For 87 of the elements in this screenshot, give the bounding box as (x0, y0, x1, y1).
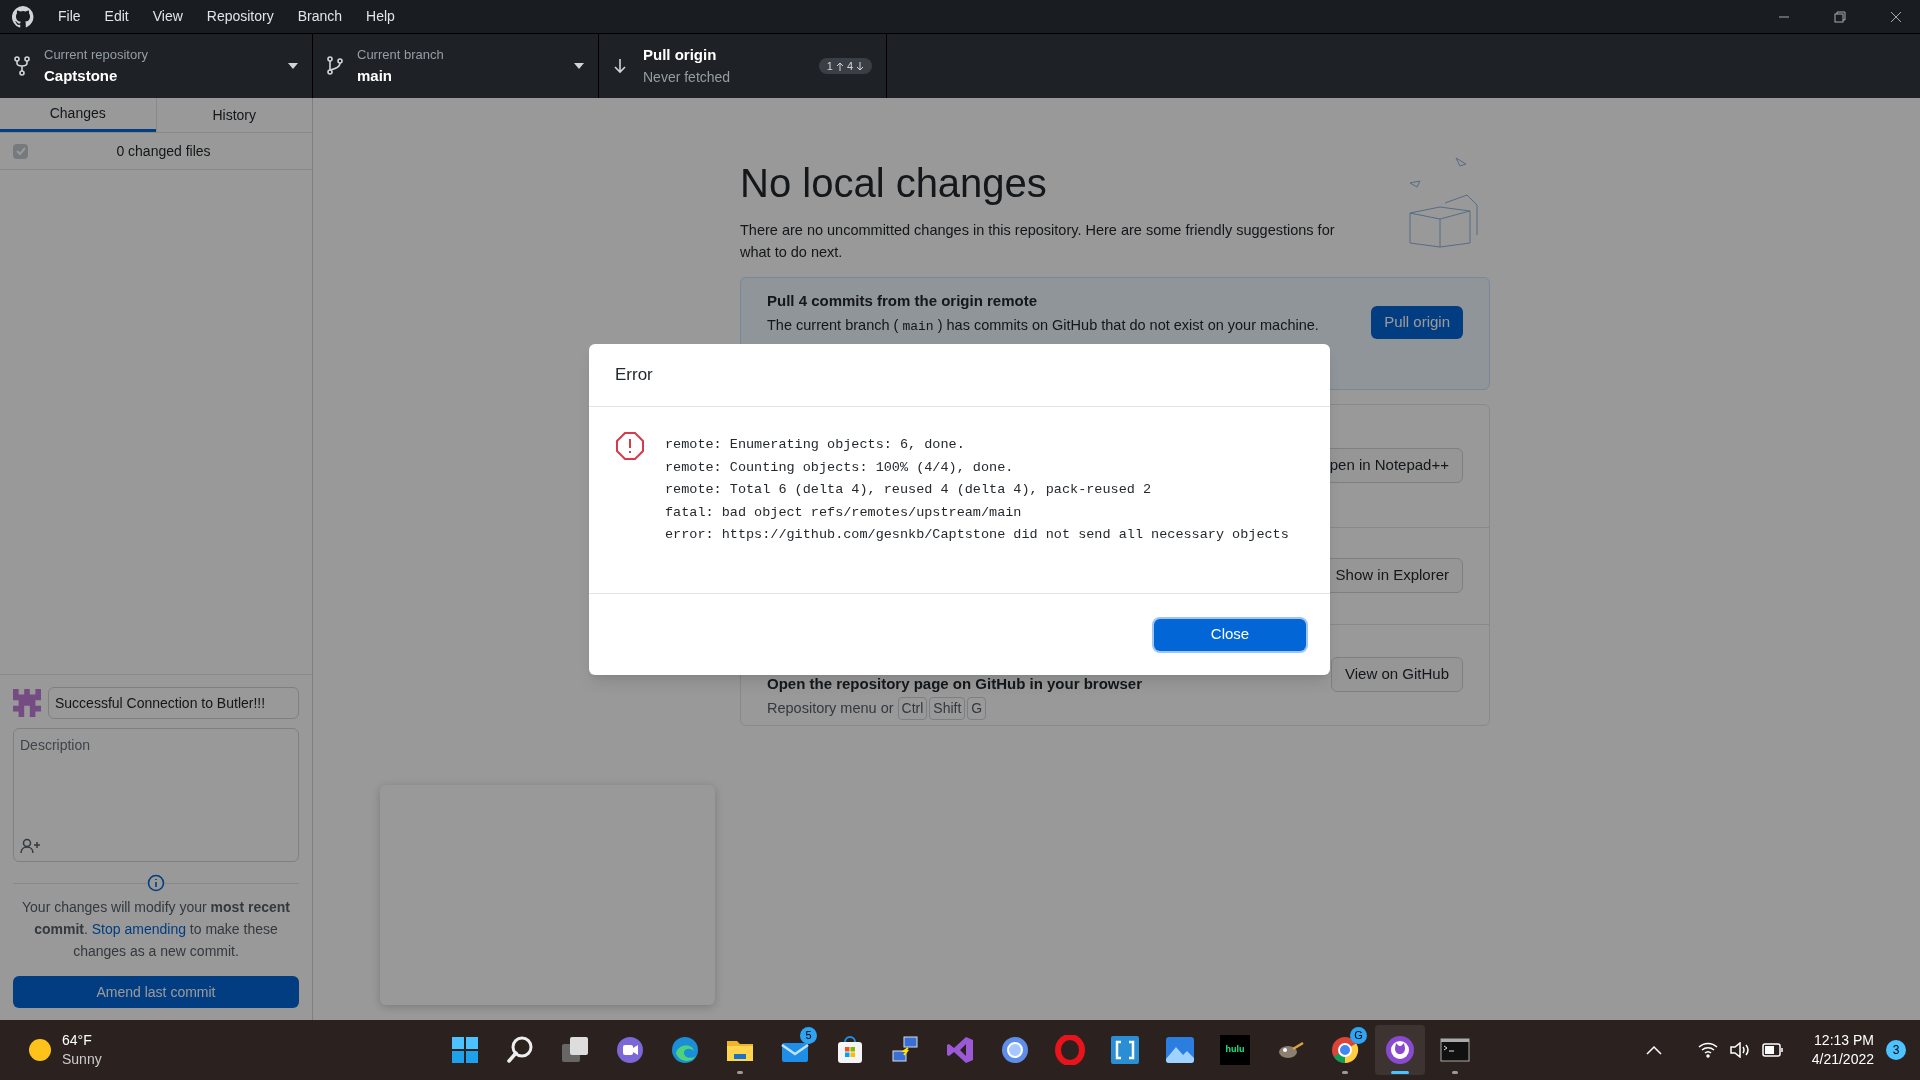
tab[interactable]: History (155, 98, 312, 132)
checkmark-icon (15, 147, 26, 155)
close-icon[interactable] (1890, 10, 1902, 23)
pull-card-text: The current branch ( main ) has commits on GitHub that do not exist on your machine. (767, 315, 1319, 336)
cat-icon[interactable] (1385, 1035, 1415, 1065)
taskbar-button[interactable]: G (1320, 1025, 1370, 1075)
dialog-title: Error (615, 364, 653, 387)
ring-icon[interactable] (1055, 1035, 1085, 1065)
toolbar-value: Captstone (44, 65, 119, 86)
amend-button[interactable]: Amend last commit (13, 976, 299, 1008)
suggestion-title: Open the repository page on GitHub in your browser (767, 673, 1143, 694)
menu-item[interactable]: View (152, 6, 183, 27)
weather-condition: Sunny (62, 1050, 102, 1069)
clock-time[interactable]: 12:13 PM (1814, 1031, 1874, 1050)
arrow-up-icon (835, 61, 844, 71)
error-output-line: error: https://github.com/gesnkb/Captstone did not send all necessary objects (665, 526, 1289, 544)
stacked-windows-icon[interactable] (560, 1035, 590, 1065)
taskbar-button[interactable]: hulu (1210, 1025, 1260, 1075)
page-title: No local changes (740, 160, 1048, 207)
info-icon (147, 874, 165, 892)
restore-icon[interactable] (1834, 10, 1846, 23)
toolbar-value: main (357, 65, 393, 86)
app-tile[interactable]: hulu (1220, 1035, 1250, 1065)
page-description: There are no uncommitted changes in this repository. Here are some friendly suggestions for what to do next. (740, 221, 1336, 262)
pull-origin-button[interactable]: Pull origin (1371, 306, 1463, 339)
toolbar-value: Pull origin (643, 45, 718, 66)
search-icon[interactable] (505, 1035, 535, 1065)
keyboard-key: Shift (929, 697, 966, 721)
menu-item[interactable]: Edit (104, 6, 129, 27)
video-chat-icon[interactable] (615, 1035, 645, 1065)
temperature: 64°F (62, 1031, 93, 1050)
ahead-count: 1 (826, 58, 833, 74)
notification-count[interactable]: 3 (1886, 1040, 1906, 1060)
pull-card-title: Pull 4 commits from the origin remote (767, 291, 1039, 311)
notification-badge: 5 (800, 1027, 817, 1044)
stop-amending-link[interactable]: Stop amending (91, 921, 186, 937)
chevron-up-icon[interactable] (1645, 1045, 1662, 1055)
toolbar-label: Never fetched (643, 67, 732, 87)
tab[interactable]: Changes (0, 98, 156, 132)
repository-icon (14, 56, 30, 76)
circle-icon[interactable] (1000, 1035, 1030, 1065)
networked-computers-icon[interactable] (890, 1035, 920, 1065)
changed-files-count: 0 changed files (115, 141, 212, 161)
toolbar-label: Current branch (357, 46, 445, 64)
ribbon-icon[interactable] (945, 1035, 975, 1065)
start-icon[interactable] (450, 1035, 480, 1065)
menu-item[interactable]: Help (366, 6, 395, 27)
keyboard-key: G (967, 697, 987, 721)
notification-badge: G (1350, 1027, 1367, 1044)
speaker-icon[interactable] (1729, 1042, 1750, 1058)
arrow-down-icon (856, 61, 864, 71)
close-button[interactable]: Close (1154, 618, 1306, 651)
wifi-icon[interactable] (1697, 1042, 1718, 1058)
menu-item[interactable]: Repository (206, 6, 274, 27)
swirl-icon[interactable] (670, 1035, 700, 1065)
suggestion-button[interactable]: View on GitHub (1331, 657, 1463, 692)
error-output-line: remote: Total 6 (delta 4), reused 4 (delta 4), pack-reused 2 (665, 481, 1152, 499)
error-output-line: remote: Enumerating objects: 6, done. (665, 436, 965, 454)
error-output-line: remote: Counting objects: 100% (4/4), done. (665, 458, 1014, 477)
error-icon (615, 431, 645, 461)
branch-icon (327, 56, 343, 76)
mountain-picture-icon[interactable] (1165, 1035, 1195, 1065)
clock-date[interactable]: 4/21/2022 (1811, 1050, 1874, 1069)
avatar-icon (13, 689, 41, 717)
taskbar-button[interactable]: 5 (770, 1025, 820, 1075)
sun-icon (28, 1038, 52, 1062)
caret-down-icon (574, 63, 584, 69)
terminal-icon[interactable] (1440, 1035, 1470, 1065)
octocat-logo-icon (12, 5, 34, 28)
toolbar-label: Current repository (44, 46, 150, 64)
suggestion-hint: Repository menu or (767, 698, 894, 718)
keyboard-key: Ctrl (897, 697, 928, 721)
behind-count: 4 (846, 58, 853, 74)
description-field[interactable]: Description (13, 728, 299, 862)
arrow-down-icon (613, 58, 627, 74)
shopping-bag-icon[interactable] (835, 1035, 865, 1065)
error-output-line: fatal: bad object refs/remotes/upstream/main (665, 503, 1022, 522)
taskbar-button[interactable] (1375, 1025, 1425, 1075)
amend-notice: Your changes will modify your most recent commit. Stop amending to make these changes as a new commit. (21, 898, 291, 961)
brackets-icon[interactable] (1110, 1035, 1140, 1065)
menu-item[interactable]: File (58, 6, 81, 27)
add-person-icon[interactable] (20, 838, 42, 854)
caret-down-icon (288, 63, 298, 69)
menu-item[interactable]: Branch (297, 6, 343, 27)
summary-field[interactable]: Successful Connection to Butler!!! (48, 687, 299, 719)
battery-icon[interactable] (1761, 1043, 1784, 1057)
select-all-checkbox[interactable] (13, 143, 28, 159)
